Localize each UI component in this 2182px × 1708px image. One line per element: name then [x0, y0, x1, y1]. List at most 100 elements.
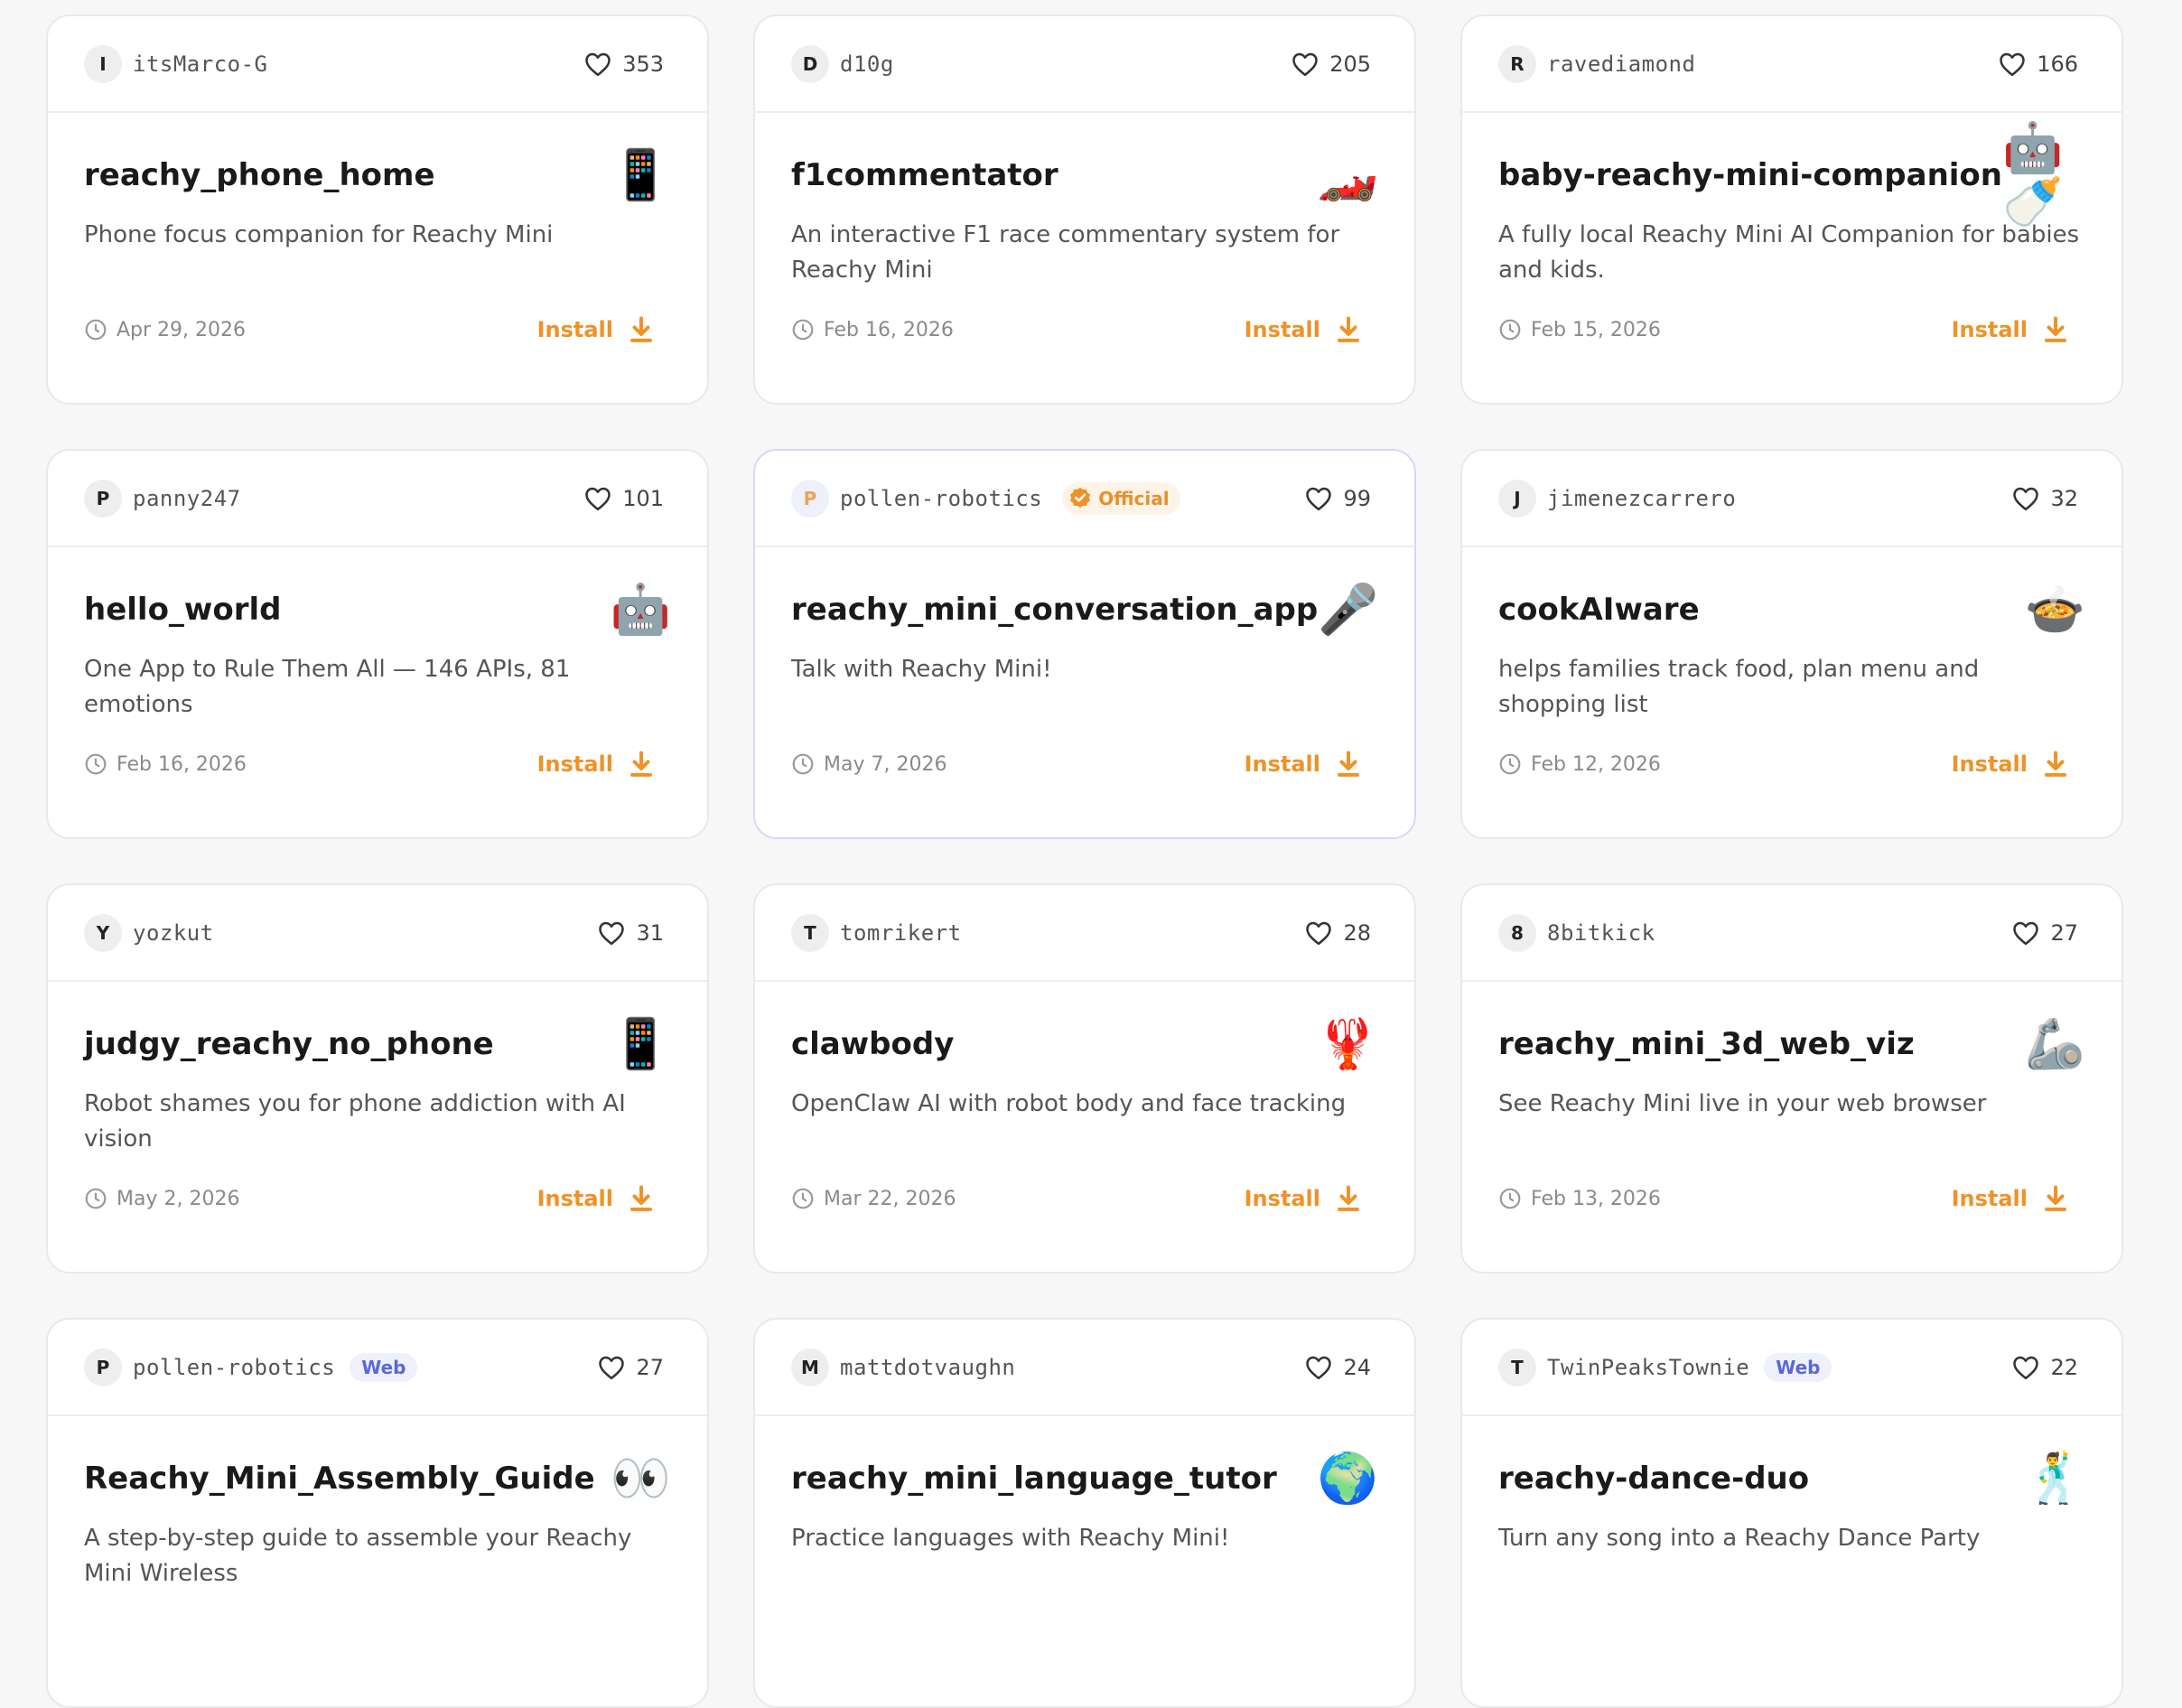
- download-icon: [630, 1185, 652, 1211]
- avatar[interactable]: I: [84, 44, 122, 83]
- app-title[interactable]: reachy_mini_language_tutor: [791, 1461, 1277, 1497]
- app-description: Talk with Reachy Mini!: [791, 656, 1052, 683]
- app-card[interactable]: 8 8bitkick 27 reachy_mini_3d_web_viz 🦾 S…: [1460, 883, 2123, 1274]
- app-card[interactable]: M mattdotvaughn 24 reachy_mini_language_…: [753, 1318, 1416, 1708]
- app-card[interactable]: R ravediamond 166 baby-reachy-mini-compa…: [1460, 14, 2123, 405]
- app-card[interactable]: I itsMarco-G 353 reachy_phone_home 📱 Pho…: [46, 14, 709, 405]
- app-title[interactable]: baby-reachy-mini-companion: [1498, 157, 2002, 193]
- install-button[interactable]: Install: [537, 751, 653, 778]
- app-title[interactable]: reachy-dance-duo: [1498, 1461, 1809, 1497]
- avatar[interactable]: T: [791, 913, 829, 952]
- username[interactable]: 8bitkick: [1547, 920, 1655, 946]
- like-button[interactable]: 205: [1291, 51, 1371, 77]
- app-title[interactable]: Reachy_Mini_Assembly_Guide: [84, 1461, 595, 1497]
- username[interactable]: TwinPeaksTownie: [1547, 1355, 1749, 1380]
- heart-icon: [599, 1356, 625, 1379]
- username[interactable]: yozkut: [133, 920, 214, 946]
- avatar[interactable]: R: [1498, 44, 1536, 83]
- username[interactable]: jimenezcarrero: [1547, 486, 1736, 511]
- clock-icon: [1499, 1188, 1521, 1209]
- avatar[interactable]: J: [1498, 479, 1536, 518]
- username[interactable]: pollen-robotics: [840, 486, 1042, 511]
- avatar[interactable]: T: [1498, 1348, 1536, 1386]
- install-button[interactable]: Install: [1952, 751, 2067, 778]
- card-header: T TwinPeaksTownie Web 22: [1462, 1320, 2121, 1416]
- heart-icon: [2013, 921, 2039, 945]
- like-button[interactable]: 101: [584, 486, 664, 511]
- card-footer: Feb 12, 2026 Install: [1498, 751, 2067, 778]
- app-title[interactable]: cookAIware: [1498, 592, 1700, 628]
- like-button[interactable]: 166: [1999, 51, 2078, 77]
- date-label: Feb 13, 2026: [1498, 1187, 1661, 1210]
- microphone-icon: 🎤: [1318, 581, 1379, 638]
- like-button[interactable]: 99: [1305, 486, 1371, 511]
- username[interactable]: pollen-robotics: [133, 1355, 335, 1380]
- heart-icon: [1306, 921, 1332, 945]
- like-button[interactable]: 27: [2012, 920, 2078, 946]
- username[interactable]: d10g: [840, 51, 894, 77]
- install-button[interactable]: Install: [537, 316, 653, 343]
- like-button[interactable]: 22: [2012, 1355, 2078, 1380]
- download-icon: [2045, 751, 2066, 777]
- app-grid: I itsMarco-G 353 reachy_phone_home 📱 Pho…: [46, 14, 2123, 1708]
- card-header: D d10g 205: [755, 16, 1414, 113]
- app-card[interactable]: P pollen-robotics Official 99 reachy_min…: [753, 449, 1416, 839]
- official-label: Official: [1098, 487, 1170, 509]
- avatar[interactable]: Y: [84, 913, 122, 952]
- like-button[interactable]: 28: [1305, 920, 1371, 946]
- like-button[interactable]: 32: [2012, 486, 2078, 511]
- like-button[interactable]: 27: [598, 1355, 664, 1380]
- heart-icon: [2013, 1356, 2039, 1379]
- card-header: M mattdotvaughn 24: [755, 1320, 1414, 1416]
- like-button[interactable]: 24: [1305, 1355, 1371, 1380]
- date-label: Apr 29, 2026: [84, 318, 246, 341]
- like-button[interactable]: 31: [598, 920, 664, 946]
- clock-icon: [85, 753, 107, 775]
- install-button[interactable]: Install: [1952, 1185, 2067, 1212]
- username[interactable]: panny247: [133, 486, 241, 511]
- like-count: 28: [1343, 919, 1371, 946]
- app-title[interactable]: reachy_phone_home: [84, 157, 435, 193]
- app-card[interactable]: Y yozkut 31 judgy_reachy_no_phone 📱 Robo…: [46, 883, 709, 1274]
- username[interactable]: mattdotvaughn: [840, 1355, 1015, 1380]
- heart-icon: [1306, 1356, 1332, 1379]
- install-button[interactable]: Install: [1245, 751, 1360, 778]
- avatar[interactable]: D: [791, 44, 829, 83]
- app-title[interactable]: judgy_reachy_no_phone: [84, 1026, 494, 1062]
- like-button[interactable]: 353: [584, 51, 664, 77]
- app-title[interactable]: f1commentator: [791, 157, 1058, 193]
- card-footer: Feb 15, 2026 Install: [1498, 316, 2067, 343]
- app-title[interactable]: hello_world: [84, 592, 281, 628]
- app-title[interactable]: reachy_mini_conversation_app: [791, 592, 1318, 628]
- install-label: Install: [536, 1186, 613, 1211]
- heart-icon: [585, 52, 611, 76]
- app-card[interactable]: D d10g 205 f1commentator 🏎️ An interacti…: [753, 14, 1416, 405]
- lobster-icon: 🦞: [1317, 1015, 1378, 1072]
- app-title[interactable]: clawbody: [791, 1026, 954, 1062]
- avatar[interactable]: P: [84, 1348, 122, 1386]
- app-card[interactable]: P pollen-robotics Web 27 Reachy_Mini_Ass…: [46, 1318, 709, 1708]
- app-card[interactable]: T TwinPeaksTownie Web 22 reachy-dance-du…: [1460, 1318, 2123, 1708]
- avatar[interactable]: P: [84, 479, 122, 518]
- app-card[interactable]: P panny247 101 hello_world 🤖 One App to …: [46, 449, 709, 839]
- install-label: Install: [1951, 751, 2028, 777]
- username[interactable]: ravediamond: [1547, 51, 1695, 77]
- web-badge: Web: [350, 1352, 418, 1382]
- globe-icon: 🌍: [1317, 1450, 1378, 1507]
- verified-icon: [1070, 487, 1091, 508]
- avatar[interactable]: 8: [1498, 913, 1536, 952]
- app-card[interactable]: J jimenezcarrero 32 cookAIware 🍲 helps f…: [1460, 449, 2123, 839]
- install-button[interactable]: Install: [537, 1185, 653, 1212]
- date-text: Mar 22, 2026: [824, 1187, 956, 1210]
- install-button[interactable]: Install: [1245, 1185, 1360, 1212]
- install-button[interactable]: Install: [1245, 316, 1360, 343]
- download-icon: [1338, 316, 1359, 342]
- username[interactable]: itsMarco-G: [133, 51, 268, 77]
- card-header: R ravediamond 166: [1462, 16, 2121, 113]
- app-title[interactable]: reachy_mini_3d_web_viz: [1498, 1026, 1915, 1062]
- avatar[interactable]: M: [791, 1348, 829, 1386]
- username[interactable]: tomrikert: [840, 920, 962, 946]
- app-card[interactable]: T tomrikert 28 clawbody 🦞 OpenClaw AI wi…: [753, 883, 1416, 1274]
- install-button[interactable]: Install: [1952, 316, 2067, 343]
- avatar[interactable]: P: [791, 479, 829, 518]
